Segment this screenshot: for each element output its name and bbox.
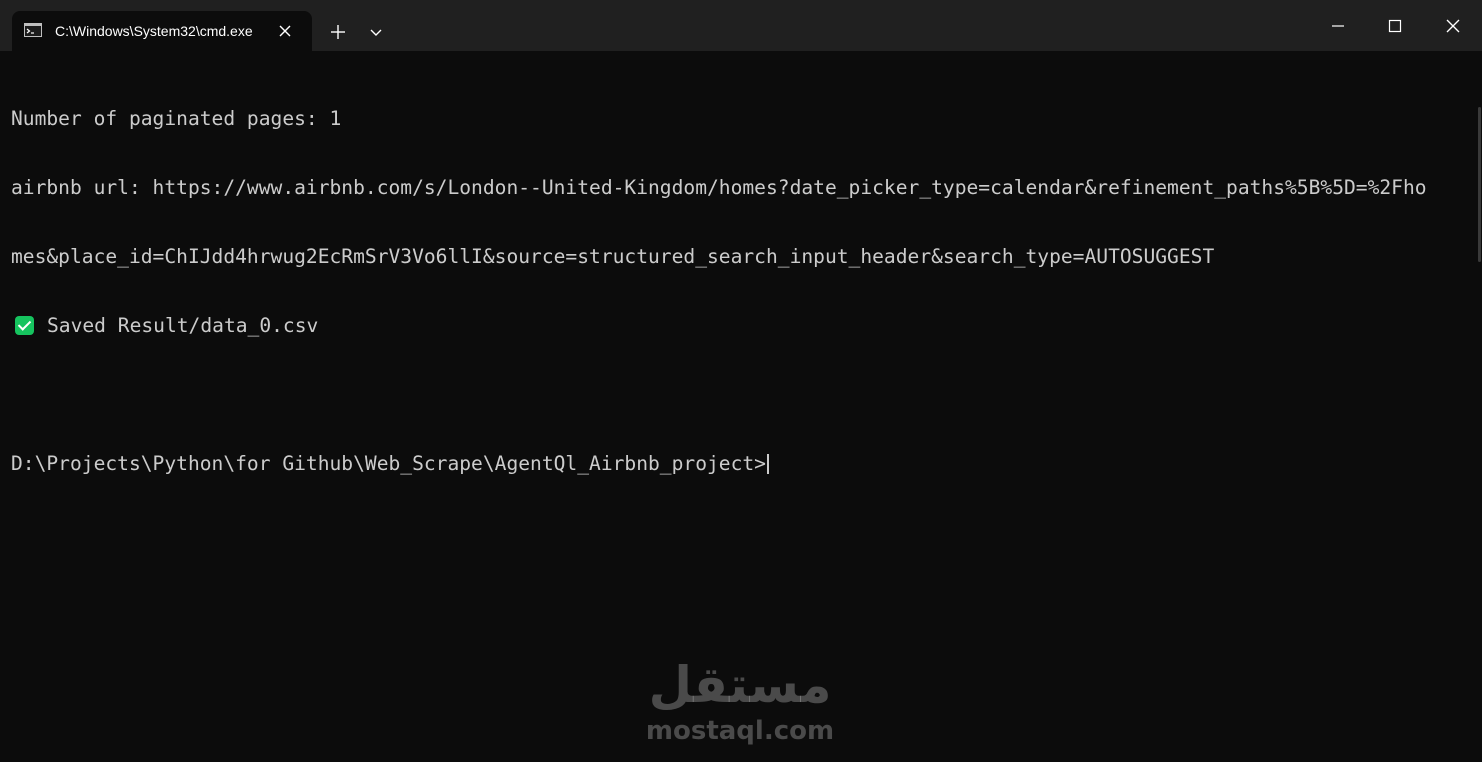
output-line-saved: Saved Result/data_0.csv — [11, 314, 1466, 337]
tab-cmd[interactable]: C:\Windows\System32\cmd.exe — [12, 11, 312, 51]
tab-title: C:\Windows\System32\cmd.exe — [55, 23, 253, 39]
text-cursor — [766, 454, 769, 474]
minimize-icon[interactable] — [1318, 8, 1358, 44]
terminal-window: C:\Windows\System32\cmd.exe Number of pa… — [0, 0, 1482, 762]
tab-close-icon[interactable] — [276, 22, 294, 40]
prompt-line[interactable]: D:\Projects\Python\for Github\Web_Scrape… — [11, 452, 1466, 475]
saved-result-text: Saved Result/data_0.csv — [47, 314, 319, 337]
scrollbar[interactable] — [1478, 107, 1481, 262]
terminal-output[interactable]: Number of paginated pages: 1 airbnb url:… — [0, 51, 1482, 762]
output-line: mes&place_id=ChIJdd4hrwug2EcRmSrV3Vo6llI… — [11, 245, 1215, 268]
output-line: airbnb url: https://www.airbnb.com/s/Lon… — [11, 176, 1427, 199]
maximize-icon[interactable] — [1375, 8, 1415, 44]
plus-icon[interactable] — [325, 19, 351, 45]
output-line: Number of paginated pages: 1 — [11, 107, 342, 130]
prompt-path: D:\Projects\Python\for Github\Web_Scrape… — [11, 452, 766, 475]
close-icon[interactable] — [1433, 8, 1473, 44]
title-bar: C:\Windows\System32\cmd.exe — [0, 0, 1482, 51]
check-mark-icon — [15, 316, 34, 335]
terminal-icon — [24, 23, 42, 37]
chevron-down-icon[interactable] — [363, 19, 389, 45]
output-line-blank — [11, 383, 1466, 406]
